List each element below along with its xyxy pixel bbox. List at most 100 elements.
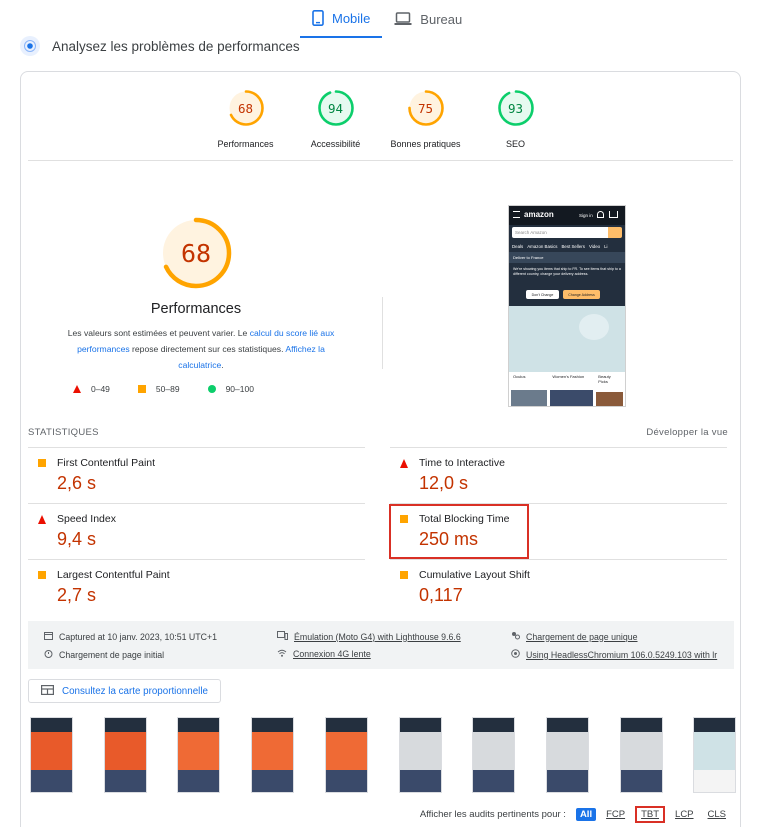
circle-icon — [207, 385, 216, 393]
divider — [28, 160, 733, 161]
metric-value: 0,117 — [419, 585, 463, 605]
score-legend: 0–49 50–89 90–100 — [73, 384, 282, 394]
filmstrip-frame — [693, 717, 737, 793]
filter-chip-fcp[interactable]: FCP — [602, 808, 629, 821]
treemap-button[interactable]: Consultez la carte proportionnelle — [28, 679, 221, 703]
gauge-label: Accessibilité — [310, 139, 361, 149]
tile-label: Oculus — [513, 374, 526, 379]
filter-chip-tbt[interactable]: TBT — [635, 806, 666, 823]
audit-filter: Afficher les audits pertinents pour : Al… — [420, 806, 730, 823]
tile: Beauty Picks — [596, 372, 623, 406]
gauge-score: 94 — [327, 100, 344, 116]
gauge-seo[interactable]: 93 SEO — [471, 89, 561, 149]
env-emulation[interactable]: Émulation (Moto G4) with Lighthouse 9.6.… — [277, 631, 461, 642]
tab-mobile-label: Mobile — [332, 10, 371, 26]
timer-icon — [44, 649, 53, 660]
gauge-best-practices[interactable]: 75 Bonnes pratiques — [381, 89, 471, 149]
metric-value: 9,4 s — [57, 529, 97, 549]
deliver-to: Deliver to France — [509, 252, 625, 263]
filmstrip-frame — [472, 717, 516, 793]
amazon-topbar: amazon Sign in — [509, 206, 625, 225]
desc-text: repose directement sur ces statistiques. — [129, 344, 286, 354]
filter-chip-cls[interactable]: CLS — [704, 808, 730, 821]
env-text: Chargement de page unique — [526, 631, 638, 642]
divider — [382, 297, 383, 369]
tbt-highlight-box — [389, 504, 529, 559]
env-single-page[interactable]: Chargement de page unique — [511, 631, 638, 642]
category-tiles: Oculus Women's Fashion Beauty Picks — [511, 372, 623, 406]
amazon-logo: amazon — [524, 210, 554, 219]
tab-desktop-label: Bureau — [420, 11, 463, 27]
env-text: Émulation (Moto G4) with Lighthouse 9.6.… — [294, 631, 461, 642]
section-title: Analysez les problèmes de performances — [52, 38, 300, 54]
legend-average: 50–89 — [137, 384, 180, 394]
people-icon — [511, 631, 520, 642]
gauge-performance[interactable]: 68 Performances — [201, 89, 291, 149]
search-icon — [608, 227, 622, 238]
env-browser[interactable]: Using HeadlessChromium 106.0.5249.103 wi… — [511, 649, 717, 660]
nav-item: Deals — [512, 243, 524, 249]
env-captured: Captured at 10 janv. 2023, 10:51 UTC+1 — [44, 631, 217, 642]
tile-label: Women's Fashion — [552, 374, 585, 379]
final-screenshot[interactable]: amazon Sign in Search Amazon Deals Amazo… — [508, 205, 626, 407]
metric-name: Largest Contentful Paint — [57, 569, 170, 581]
filter-chip-lcp[interactable]: LCP — [671, 808, 697, 821]
filter-chip-all[interactable]: All — [575, 808, 597, 821]
laptop-icon — [394, 12, 412, 26]
metric-cls: Cumulative Layout Shift 0,117 — [390, 559, 727, 613]
env-text: Captured at 10 janv. 2023, 10:51 UTC+1 — [59, 631, 218, 642]
desc-text: Les valeurs sont estimées et peuvent var… — [67, 328, 250, 338]
square-icon — [137, 385, 146, 393]
signin-link: Sign in — [579, 213, 593, 218]
performance-description: Les valeurs sont estimées et peuvent var… — [56, 325, 346, 373]
filmstrip-frame — [619, 717, 663, 793]
metric-value: 2,6 s — [57, 473, 97, 493]
gauge-accessibility[interactable]: 94 Accessibilité — [291, 89, 381, 149]
amazon-nav: Deals Amazon Basics Best Sellers Video L… — [509, 240, 625, 252]
hamburger-icon — [513, 211, 520, 218]
env-text: Using HeadlessChromium 106.0.5249.103 wi… — [526, 649, 718, 660]
hero-banner — [509, 306, 625, 372]
tab-mobile[interactable]: Mobile — [300, 0, 383, 38]
runtime-settings: Captured at 10 janv. 2023, 10:51 UTC+1 É… — [28, 621, 734, 669]
nav-item: Best Sellers — [561, 243, 585, 249]
devices-icon — [277, 631, 288, 642]
legend-pass: 90–100 — [207, 384, 254, 394]
tile-label: Beauty Picks — [598, 374, 611, 384]
gauge-score: 75 — [417, 100, 434, 116]
nav-item: Video — [588, 243, 601, 249]
globe-icon — [511, 649, 520, 660]
report-card: 68 Performances 94 Accessibilité 75 Bonn… — [20, 71, 741, 827]
square-icon — [38, 459, 46, 467]
user-icon — [597, 211, 604, 218]
metric-value: 12,0 s — [419, 473, 469, 493]
env-initial: Chargement de page initial — [44, 649, 164, 660]
filmstrip — [30, 717, 737, 793]
filter-label: Afficher les audits pertinents pour : — [419, 809, 566, 820]
triangle-icon — [38, 514, 46, 524]
performance-gauge-large: 68 — [159, 216, 233, 290]
gauge-label: Bonnes pratiques — [390, 139, 461, 149]
tile: Oculus — [511, 372, 548, 406]
expand-view-toggle[interactable]: Développer la vue — [646, 427, 728, 438]
cart-icon — [609, 211, 618, 218]
stats-title: STATISTIQUES — [28, 427, 99, 438]
triangle-icon — [73, 385, 81, 393]
filmstrip-frame — [398, 717, 442, 793]
nav-item: Amazon Basics — [527, 243, 558, 249]
metric-name: Speed Index — [57, 513, 116, 525]
dont-change-button: Don't Change — [526, 290, 559, 299]
env-network[interactable]: Connexion 4G lente — [277, 649, 371, 659]
legend-fail: 0–49 — [73, 384, 110, 394]
notice-text: We're showing you items that ship to FR.… — [513, 267, 621, 276]
tile: Women's Fashion — [550, 372, 594, 406]
performance-score: 68 — [180, 238, 212, 268]
treemap-icon — [41, 684, 55, 698]
filmstrip-frame — [30, 717, 73, 793]
legend-range: 0–49 — [91, 384, 110, 394]
metric-fcp: First Contentful Paint 2,6 s — [28, 447, 365, 501]
filmstrip-frame — [103, 717, 147, 793]
tab-desktop[interactable]: Bureau — [382, 0, 474, 38]
change-address-button: Change Address — [563, 290, 600, 299]
env-text: Chargement de page initial — [59, 649, 165, 660]
